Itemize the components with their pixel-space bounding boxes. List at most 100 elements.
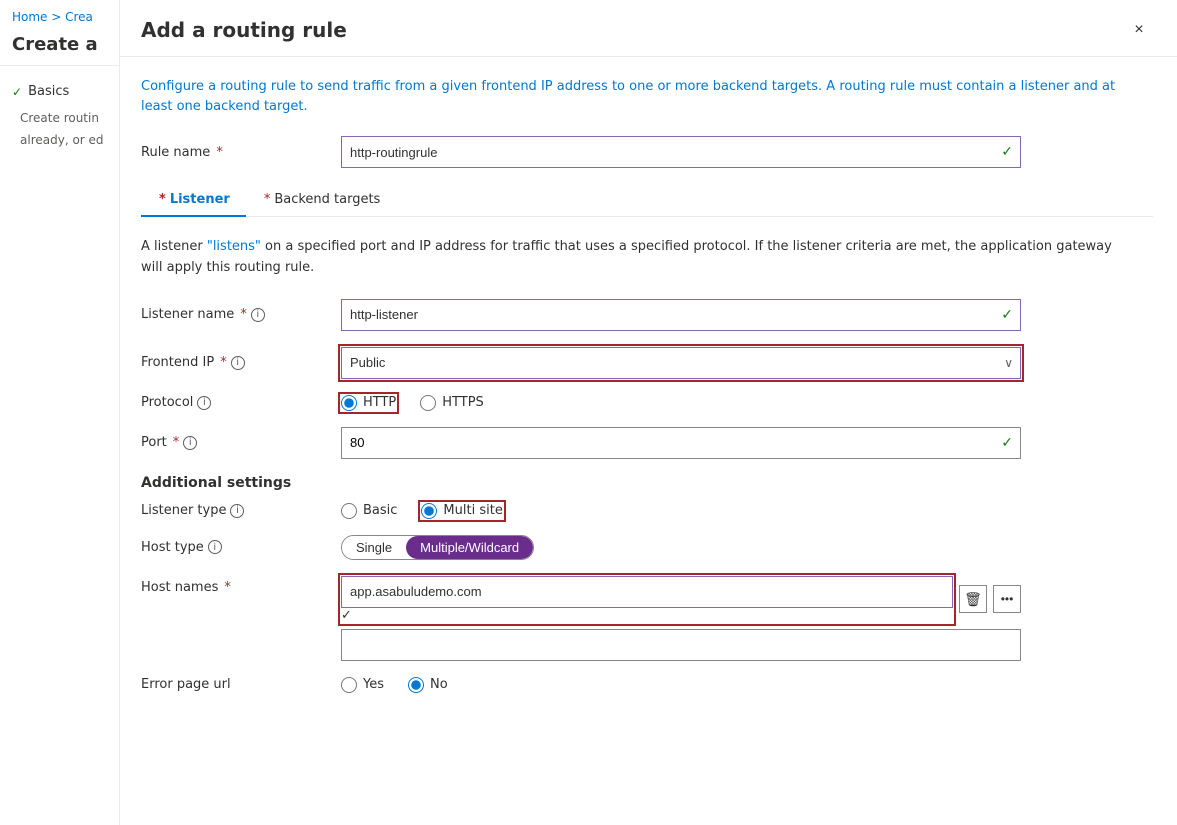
- rule-name-row: Rule name * ✓: [141, 136, 1153, 168]
- modal-close-button[interactable]: ×: [1125, 16, 1153, 44]
- listener-type-info-icon: i: [230, 504, 244, 518]
- listener-description: A listener "listens" on a specified port…: [141, 237, 1121, 279]
- frontend-ip-control: Public Private ∨: [341, 347, 1021, 379]
- hostname-input-1[interactable]: [341, 576, 953, 608]
- error-page-radio-group: Yes No: [341, 677, 1021, 693]
- listener-name-check: ✓: [1001, 307, 1013, 323]
- sidebar: Home > Crea Create a ✓ Basics Create rou…: [0, 0, 120, 825]
- host-type-label: Host type i: [141, 540, 341, 555]
- error-page-no-radio[interactable]: [408, 677, 424, 693]
- protocol-http-radio[interactable]: [341, 395, 357, 411]
- host-names-row: Host names * ✓ 🗑 •••: [141, 576, 1153, 661]
- protocol-row: Protocol i HTTP HTTPS: [141, 395, 1153, 411]
- sidebar-item-basics[interactable]: ✓ Basics: [0, 76, 119, 107]
- listener-type-row: Listener type i Basic Multi site: [141, 503, 1153, 519]
- error-page-url-control: Yes No: [341, 677, 1021, 693]
- protocol-https-option[interactable]: HTTPS: [420, 395, 484, 411]
- hostname-check-1: ✓: [341, 608, 352, 623]
- port-check: ✓: [1001, 435, 1013, 451]
- listener-type-multisite-option[interactable]: Multi site: [421, 503, 502, 519]
- host-names-control: ✓ 🗑 •••: [341, 576, 1021, 661]
- listener-name-row: Listener name * i ✓: [141, 299, 1153, 331]
- listener-type-multisite-radio[interactable]: [421, 503, 437, 519]
- protocol-http-option[interactable]: HTTP: [341, 395, 396, 411]
- listener-type-control: Basic Multi site: [341, 503, 1021, 519]
- protocol-http-label: HTTP: [363, 395, 396, 410]
- frontend-ip-dropdown[interactable]: Public Private ∨: [341, 347, 1021, 379]
- hostname-more-button-1[interactable]: •••: [993, 585, 1021, 613]
- rule-name-input[interactable]: [341, 136, 1021, 168]
- error-page-yes-option[interactable]: Yes: [341, 677, 384, 693]
- modal-header: Add a routing rule ×: [120, 0, 1177, 57]
- protocol-radio-group: HTTP HTTPS: [341, 395, 1021, 411]
- error-page-url-row: Error page url Yes No: [141, 677, 1153, 693]
- error-page-no-label: No: [430, 677, 448, 692]
- info-text: Configure a routing rule to send traffic…: [141, 77, 1121, 116]
- host-type-multiple-button[interactable]: Multiple/Wildcard: [406, 536, 533, 559]
- host-names-label: Host names *: [141, 576, 341, 595]
- sidebar-item-label-basics: Basics: [28, 84, 69, 99]
- sidebar-sub-2: already, or ed: [0, 129, 119, 151]
- tab-backend-targets[interactable]: * Backend targets: [246, 184, 397, 217]
- listener-type-basic-option[interactable]: Basic: [341, 503, 397, 519]
- modal-body: Configure a routing rule to send traffic…: [120, 57, 1177, 825]
- protocol-https-radio[interactable]: [420, 395, 436, 411]
- frontend-ip-select[interactable]: Public Private: [341, 347, 1021, 379]
- hostname-row-2: [341, 629, 1021, 661]
- hostname-input-2[interactable]: [341, 629, 1021, 661]
- main-area: Add a routing rule × Configure a routing…: [120, 0, 1177, 825]
- hostname-delete-button-1[interactable]: 🗑: [959, 585, 987, 613]
- port-input-wrap: ✓: [341, 427, 1021, 459]
- sidebar-sub-1: Create routin: [0, 107, 119, 129]
- listener-name-input[interactable]: [341, 299, 1021, 331]
- tabs: * Listener * Backend targets: [141, 184, 1153, 217]
- modal-title: Add a routing rule: [141, 18, 347, 42]
- port-info-icon: i: [183, 436, 197, 450]
- tab-listener[interactable]: * Listener: [141, 184, 246, 217]
- frontend-ip-row: Frontend IP * i Public Private ∨: [141, 347, 1153, 379]
- protocol-control: HTTP HTTPS: [341, 395, 1021, 411]
- listener-type-radio-group: Basic Multi site: [341, 503, 1021, 519]
- error-page-yes-label: Yes: [363, 677, 384, 692]
- listener-link: "listens": [207, 239, 261, 254]
- listener-type-basic-label: Basic: [363, 503, 397, 518]
- rule-name-control: ✓: [341, 136, 1021, 168]
- routing-rule-modal: Add a routing rule × Configure a routing…: [120, 0, 1177, 825]
- additional-settings-header: Additional settings: [141, 475, 1153, 491]
- more-icon: •••: [1001, 592, 1014, 606]
- sidebar-title: Create a: [0, 30, 119, 65]
- breadcrumb: Home > Crea: [0, 0, 119, 30]
- rule-name-input-wrap: ✓: [341, 136, 1021, 168]
- host-type-row: Host type i Single Multiple/Wildcard: [141, 535, 1153, 560]
- sidebar-divider: [0, 65, 119, 66]
- port-input[interactable]: [341, 427, 1021, 459]
- host-type-single-button[interactable]: Single: [342, 536, 406, 559]
- rule-name-check: ✓: [1001, 144, 1013, 160]
- host-type-control: Single Multiple/Wildcard: [341, 535, 1021, 560]
- check-icon: ✓: [12, 85, 22, 99]
- listener-type-basic-radio[interactable]: [341, 503, 357, 519]
- error-page-url-label: Error page url: [141, 677, 341, 692]
- listener-name-info-icon: i: [251, 308, 265, 322]
- listener-name-label: Listener name * i: [141, 307, 341, 322]
- host-type-info-icon: i: [208, 540, 222, 554]
- delete-icon: 🗑: [964, 591, 982, 608]
- listener-type-label: Listener type i: [141, 503, 341, 518]
- hostname-input-wrap-1: ✓: [341, 576, 953, 623]
- hostname-row-1: ✓ 🗑 •••: [341, 576, 1021, 623]
- port-row: Port * i ✓: [141, 427, 1153, 459]
- listener-type-multisite-label: Multi site: [443, 503, 502, 518]
- port-control: ✓: [341, 427, 1021, 459]
- listener-name-input-wrap: ✓: [341, 299, 1021, 331]
- host-type-pill-group: Single Multiple/Wildcard: [341, 535, 534, 560]
- error-page-yes-radio[interactable]: [341, 677, 357, 693]
- hostname-input-wrap-2: [341, 629, 1021, 661]
- error-page-no-option[interactable]: No: [408, 677, 448, 693]
- protocol-info-icon: i: [197, 396, 211, 410]
- frontend-ip-info-icon: i: [231, 356, 245, 370]
- port-label: Port * i: [141, 435, 341, 450]
- frontend-ip-label: Frontend IP * i: [141, 355, 341, 370]
- rule-name-label: Rule name *: [141, 145, 341, 160]
- protocol-label: Protocol i: [141, 395, 341, 410]
- listener-name-control: ✓: [341, 299, 1021, 331]
